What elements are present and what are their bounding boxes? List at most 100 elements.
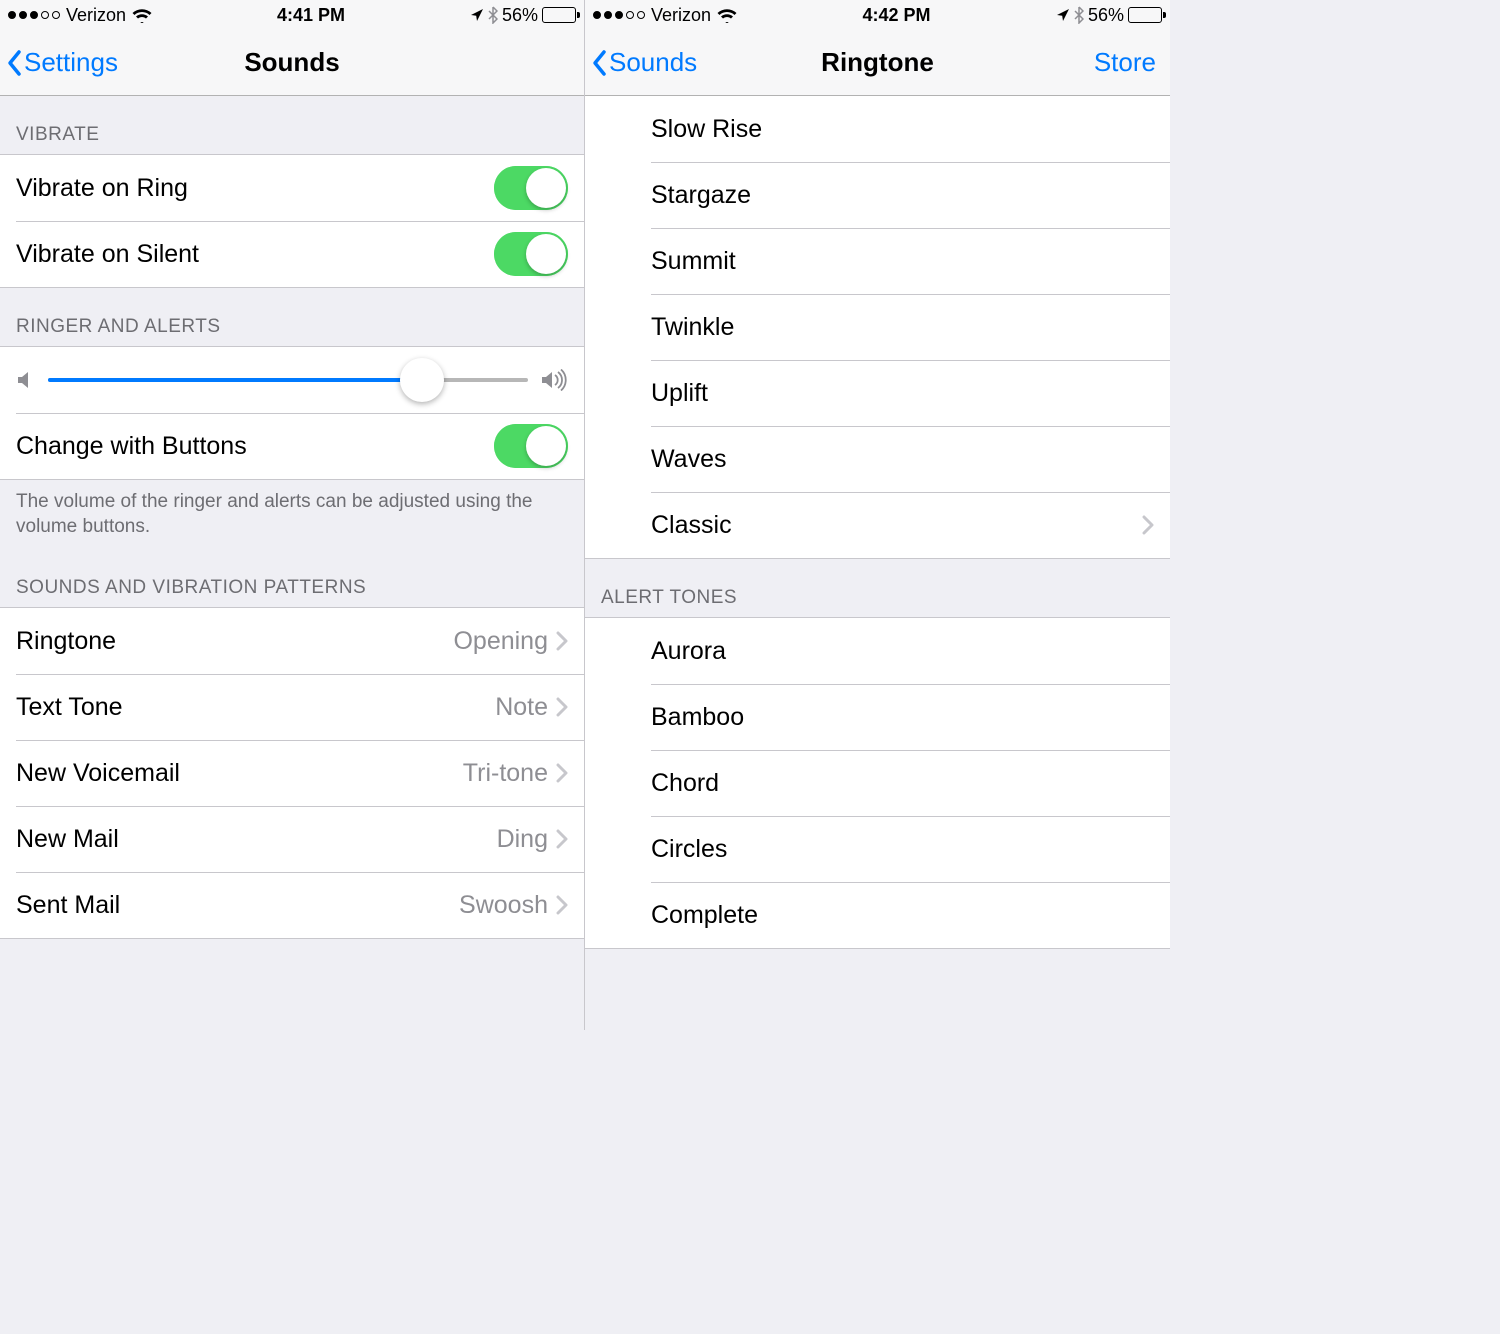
row-new-voicemail[interactable]: New Voicemail Tri-tone xyxy=(0,740,584,806)
list-item[interactable]: Stargaze xyxy=(585,162,1170,228)
battery-icon xyxy=(542,7,576,23)
list-item[interactable]: Slow Rise xyxy=(585,96,1170,162)
chevron-left-icon xyxy=(6,49,24,77)
store-button[interactable]: Store xyxy=(1094,30,1156,95)
row-value: Tri-tone xyxy=(463,759,548,788)
chevron-left-icon xyxy=(591,49,609,77)
volume-low-icon xyxy=(16,369,36,391)
signal-strength-icon xyxy=(593,11,645,19)
signal-strength-icon xyxy=(8,11,60,19)
row-vibrate-on-silent[interactable]: Vibrate on Silent xyxy=(0,221,584,287)
row-sent-mail[interactable]: Sent Mail Swoosh xyxy=(0,872,584,938)
chevron-right-icon xyxy=(556,829,568,849)
list-item-classic[interactable]: Classic xyxy=(585,492,1170,558)
row-value: Opening xyxy=(453,627,548,656)
list-item[interactable]: Summit xyxy=(585,228,1170,294)
row-label: Summit xyxy=(651,247,1154,276)
back-button[interactable]: Sounds xyxy=(591,30,697,95)
list-alert-tones: Aurora Bamboo Chord Circles Complete xyxy=(585,617,1170,949)
chevron-right-icon xyxy=(556,631,568,651)
row-label: Complete xyxy=(651,901,1154,930)
battery-percent-label: 56% xyxy=(502,5,538,26)
status-bar: Verizon 4:41 PM 56% xyxy=(0,0,584,30)
row-label: Vibrate on Ring xyxy=(16,174,494,203)
battery-icon xyxy=(1128,7,1162,23)
toggle-vibrate-silent[interactable] xyxy=(494,232,568,276)
back-label: Sounds xyxy=(609,47,697,78)
toggle-change-with-buttons[interactable] xyxy=(494,424,568,468)
row-ringtone[interactable]: Ringtone Opening xyxy=(0,608,584,674)
group-ringer: Change with Buttons xyxy=(0,346,584,480)
back-button[interactable]: Settings xyxy=(6,30,118,95)
page-title: Ringtone xyxy=(821,47,934,78)
section-header-alert-tones: ALERT TONES xyxy=(585,559,1170,617)
list-ringtones: Slow Rise Stargaze Summit Twinkle Uplift… xyxy=(585,96,1170,559)
row-vibrate-on-ring[interactable]: Vibrate on Ring xyxy=(0,155,584,221)
slider-thumb[interactable] xyxy=(400,358,444,402)
group-vibrate: Vibrate on Ring Vibrate on Silent xyxy=(0,154,584,288)
chevron-right-icon xyxy=(1142,515,1154,535)
status-left: Verizon xyxy=(8,5,152,26)
back-label: Settings xyxy=(24,47,118,78)
chevron-right-icon xyxy=(556,763,568,783)
row-label: Vibrate on Silent xyxy=(16,240,494,269)
row-label: Ringtone xyxy=(16,627,453,656)
row-value: Note xyxy=(495,693,548,722)
row-value: Ding xyxy=(497,825,548,854)
location-icon xyxy=(470,8,484,22)
row-label: Aurora xyxy=(651,637,1154,666)
row-label: Circles xyxy=(651,835,1154,864)
carrier-label: Verizon xyxy=(66,5,126,26)
carrier-label: Verizon xyxy=(651,5,711,26)
chevron-right-icon xyxy=(556,895,568,915)
section-header-patterns: SOUNDS AND VIBRATION PATTERNS xyxy=(0,549,584,607)
navbar: Sounds Ringtone Store xyxy=(585,30,1170,96)
row-label: Classic xyxy=(651,511,1142,540)
row-label: Text Tone xyxy=(16,693,495,722)
row-label: Uplift xyxy=(651,379,1154,408)
status-right: 56% xyxy=(1056,5,1162,26)
row-label: New Mail xyxy=(16,825,497,854)
row-value: Swoosh xyxy=(459,891,548,920)
list-item[interactable]: Uplift xyxy=(585,360,1170,426)
group-patterns: Ringtone Opening Text Tone Note New Voic… xyxy=(0,607,584,939)
status-bar: Verizon 4:42 PM 56% xyxy=(585,0,1170,30)
list-item[interactable]: Chord xyxy=(585,750,1170,816)
status-right: 56% xyxy=(470,5,576,26)
row-label: Chord xyxy=(651,769,1154,798)
row-label: Twinkle xyxy=(651,313,1154,342)
row-label: Change with Buttons xyxy=(16,432,494,461)
list-item[interactable]: Circles xyxy=(585,816,1170,882)
bluetooth-icon xyxy=(488,6,498,24)
toggle-vibrate-ring[interactable] xyxy=(494,166,568,210)
page-title: Sounds xyxy=(244,47,339,78)
list-item[interactable]: Aurora xyxy=(585,618,1170,684)
list-item[interactable]: Twinkle xyxy=(585,294,1170,360)
row-label: Waves xyxy=(651,445,1154,474)
list-item[interactable]: Waves xyxy=(585,426,1170,492)
row-change-with-buttons[interactable]: Change with Buttons xyxy=(0,413,584,479)
row-label: Sent Mail xyxy=(16,891,459,920)
battery-percent-label: 56% xyxy=(1088,5,1124,26)
wifi-icon xyxy=(132,8,152,23)
row-label: Bamboo xyxy=(651,703,1154,732)
screen-ringtone: Verizon 4:42 PM 56% Sounds Ringtone Stor… xyxy=(585,0,1170,1030)
screen-sounds: Verizon 4:41 PM 56% Settings Sounds VIBR xyxy=(0,0,585,1030)
chevron-right-icon xyxy=(556,697,568,717)
list-item[interactable]: Complete xyxy=(585,882,1170,948)
row-text-tone[interactable]: Text Tone Note xyxy=(0,674,584,740)
clock-label: 4:41 PM xyxy=(277,5,345,26)
row-new-mail[interactable]: New Mail Ding xyxy=(0,806,584,872)
row-volume-slider[interactable] xyxy=(0,347,584,413)
status-left: Verizon xyxy=(593,5,737,26)
row-label: New Voicemail xyxy=(16,759,463,788)
row-label: Slow Rise xyxy=(651,115,1154,144)
wifi-icon xyxy=(717,8,737,23)
volume-slider[interactable] xyxy=(48,378,528,382)
volume-high-icon xyxy=(540,369,568,391)
slider-fill xyxy=(48,378,422,382)
list-item[interactable]: Bamboo xyxy=(585,684,1170,750)
bluetooth-icon xyxy=(1074,6,1084,24)
section-footer-ringer: The volume of the ringer and alerts can … xyxy=(0,480,584,549)
clock-label: 4:42 PM xyxy=(862,5,930,26)
